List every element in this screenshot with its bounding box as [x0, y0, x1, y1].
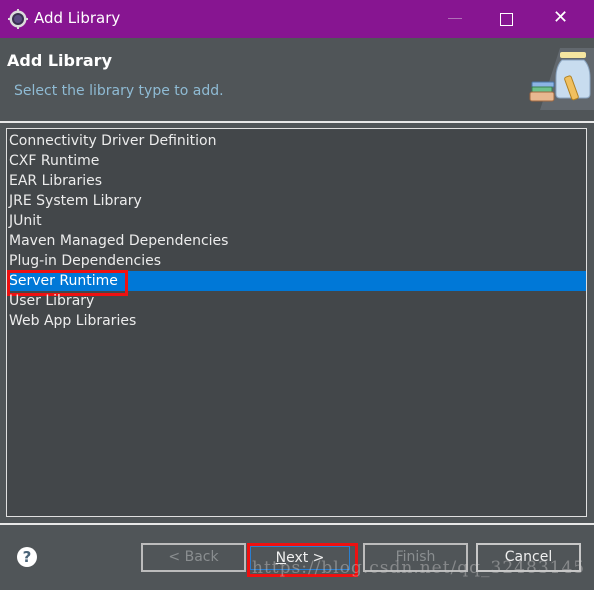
list-item[interactable]: Connectivity Driver Definition [9, 131, 586, 151]
list-item-label: Plug-in Dependencies [9, 253, 161, 269]
page-title: Add Library [7, 51, 112, 70]
eclipse-gear-icon [8, 9, 28, 29]
list-item-label: JRE System Library [9, 193, 142, 209]
list-item[interactable]: Maven Managed Dependencies [9, 231, 586, 251]
footer-separator [0, 523, 594, 525]
list-item[interactable]: User Library [9, 291, 586, 311]
close-button[interactable]: ✕ [553, 8, 568, 28]
list-item-label: JUnit [9, 213, 42, 229]
back-button[interactable]: < Back [141, 543, 246, 572]
next-mnemonic: N [275, 550, 287, 566]
help-icon[interactable]: ? [17, 547, 37, 567]
next-button[interactable]: Next > [250, 546, 350, 570]
list-item-label: Connectivity Driver Definition [9, 133, 217, 149]
window-title: Add Library [34, 9, 121, 27]
list-item[interactable]: Server Runtime [7, 270, 586, 296]
page-subtitle: Select the library type to add. [14, 83, 224, 99]
next-label: ext > [286, 550, 325, 566]
list-item-label: User Library [9, 293, 95, 309]
list-item-label: EAR Libraries [9, 173, 103, 189]
maximize-button[interactable] [500, 13, 513, 26]
list-item[interactable]: Plug-in Dependencies [9, 251, 586, 271]
list-item[interactable]: Web App Libraries [9, 311, 586, 331]
cancel-button[interactable]: Cancel [476, 543, 581, 572]
library-type-list[interactable]: Connectivity Driver Definition CXF Runtim… [6, 128, 587, 517]
header-separator [0, 121, 594, 123]
list-item-label: Maven Managed Dependencies [9, 233, 229, 249]
minimize-button[interactable] [448, 18, 462, 19]
list-item[interactable]: CXF Runtime [9, 151, 586, 171]
library-jar-icon [529, 48, 594, 110]
list-item-label: CXF Runtime [9, 153, 100, 169]
list-item[interactable]: JUnit [9, 211, 586, 231]
list-item[interactable]: JRE System Library [9, 191, 586, 211]
list-item[interactable]: EAR Libraries [9, 171, 586, 191]
wizard-header: Add Library Select the library type to a… [0, 38, 594, 120]
list-item-label: Web App Libraries [9, 313, 137, 329]
finish-button[interactable]: Finish [363, 543, 468, 572]
title-bar: Add Library ✕ [0, 0, 594, 38]
list-item-label: Server Runtime [9, 273, 118, 289]
